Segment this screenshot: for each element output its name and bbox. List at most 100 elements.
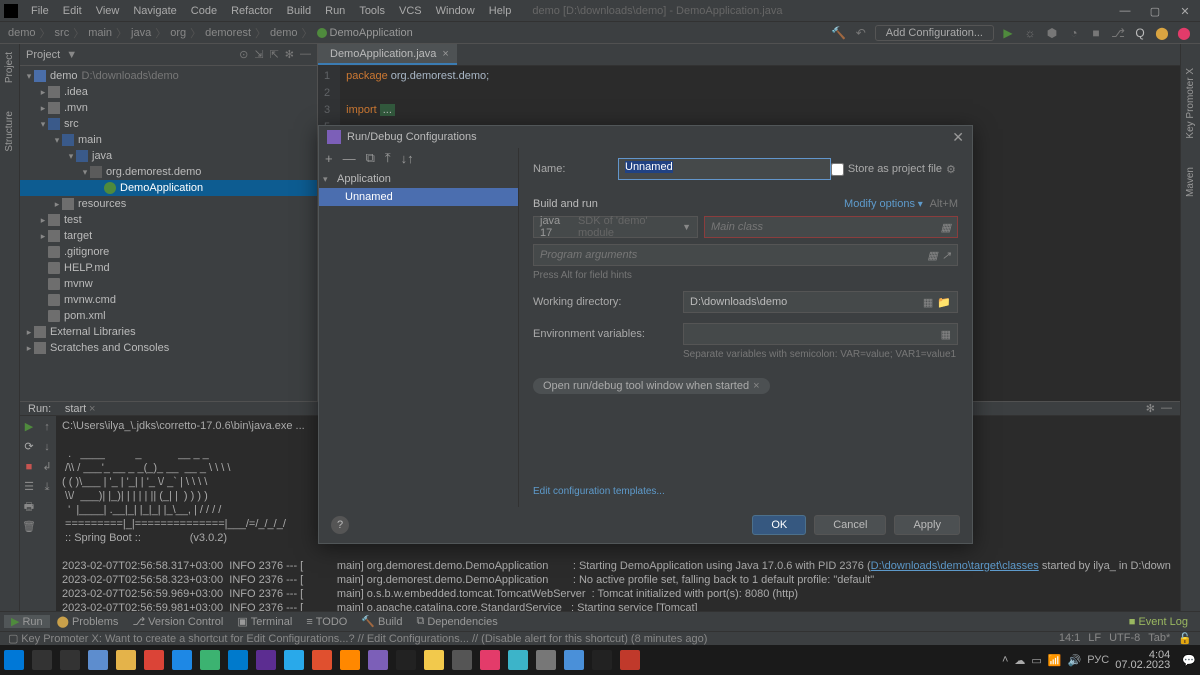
add-button[interactable]: +: [325, 151, 333, 166]
tw-deps[interactable]: ⧉Dependencies: [410, 615, 505, 628]
main-class-input[interactable]: Main class▦: [704, 216, 958, 238]
taskbar-app[interactable]: [312, 650, 332, 670]
tree-row[interactable]: mvnw: [20, 276, 317, 292]
updates-icon[interactable]: ⬤: [1154, 25, 1170, 41]
taskbar-app[interactable]: [396, 650, 416, 670]
wrap-icon[interactable]: ↲: [42, 460, 51, 474]
taskbar-app[interactable]: [200, 650, 220, 670]
trash-icon[interactable]: 🗑: [22, 520, 36, 534]
tree-row[interactable]: ▾java: [20, 148, 317, 164]
collapse-icon[interactable]: ⇱: [270, 48, 279, 61]
gear-icon[interactable]: ✻: [1146, 402, 1155, 415]
copy-button[interactable]: ⧉: [366, 150, 375, 166]
tray-clock[interactable]: 4:0407.02.2023: [1115, 650, 1176, 670]
encoding[interactable]: UTF-8: [1109, 632, 1140, 645]
tree-row[interactable]: ▸.mvn: [20, 100, 317, 116]
store-checkbox[interactable]: [831, 163, 844, 176]
tray-wifi-icon[interactable]: 📶: [1048, 654, 1062, 667]
taskbar-app[interactable]: [536, 650, 556, 670]
taskbar-app[interactable]: [564, 650, 584, 670]
chevron-down-icon[interactable]: ▼: [66, 49, 77, 61]
menu-navigate[interactable]: Navigate: [126, 5, 183, 17]
sidetab-project[interactable]: Project: [2, 48, 17, 87]
tree-row[interactable]: ▸test: [20, 212, 317, 228]
gear-icon[interactable]: ⚙: [946, 163, 958, 175]
crumb[interactable]: main: [88, 27, 112, 39]
taskbar-app[interactable]: [116, 650, 136, 670]
editor-tab[interactable]: DemoApplication.java ×: [318, 44, 457, 65]
git-icon[interactable]: ⎇: [1110, 25, 1126, 41]
print-icon[interactable]: 🖶: [24, 500, 34, 514]
tw-eventlog[interactable]: ■Event Log: [1121, 616, 1196, 628]
tree-row[interactable]: ▾src: [20, 116, 317, 132]
cancel-button[interactable]: Cancel: [814, 515, 886, 535]
search-icon[interactable]: Q: [1132, 25, 1148, 41]
nav-back-icon[interactable]: ↶: [853, 25, 869, 41]
name-input[interactable]: Unnamed: [618, 158, 831, 180]
apply-button[interactable]: Apply: [894, 515, 960, 535]
working-dir-input[interactable]: D:\downloads\demo▦📁: [683, 291, 958, 313]
tw-run[interactable]: ▶Run: [4, 615, 50, 628]
rerun-icon[interactable]: ▶: [25, 420, 33, 434]
crumb[interactable]: demo: [270, 27, 298, 39]
taskbar-app[interactable]: [340, 650, 360, 670]
remove-button[interactable]: —: [343, 151, 356, 166]
taskbar-app[interactable]: [228, 650, 248, 670]
indent[interactable]: Tab*: [1148, 632, 1170, 645]
taskbar-app[interactable]: [592, 650, 612, 670]
sidetab-keypromoter[interactable]: Key Promoter X: [1183, 64, 1198, 143]
add-configuration[interactable]: Add Configuration...: [875, 25, 994, 41]
tree-row[interactable]: pom.xml: [20, 308, 317, 324]
status-icon[interactable]: ▢: [8, 632, 18, 645]
edit-templates-link[interactable]: Edit configuration templates...: [533, 486, 958, 497]
debug-icon[interactable]: ☼: [1022, 25, 1038, 41]
search-icon[interactable]: [32, 650, 52, 670]
stop-icon[interactable]: ■: [26, 460, 33, 474]
tray-volume-icon[interactable]: 🔊: [1068, 654, 1082, 667]
config-item[interactable]: Unnamed: [319, 188, 518, 206]
taskbar-app[interactable]: [144, 650, 164, 670]
help-button[interactable]: ?: [331, 516, 349, 534]
tray-cloud-icon[interactable]: ☁: [1014, 654, 1025, 667]
tree-row[interactable]: HELP.md: [20, 260, 317, 276]
menu-refactor[interactable]: Refactor: [224, 5, 280, 17]
env-input[interactable]: ▦: [683, 323, 958, 345]
modify-options[interactable]: Modify options ▾ Alt+M: [844, 198, 958, 210]
taskbar-app[interactable]: [284, 650, 304, 670]
crumb[interactable]: src: [55, 27, 70, 39]
line-sep[interactable]: LF: [1088, 632, 1101, 645]
taskbar-app[interactable]: [172, 650, 192, 670]
start-button[interactable]: [4, 650, 24, 670]
tree-row[interactable]: ▸.idea: [20, 84, 317, 100]
close-icon[interactable]: ✕: [952, 129, 964, 146]
settings-icon[interactable]: ✻: [285, 48, 294, 61]
window-maximize[interactable]: ▢: [1140, 0, 1170, 22]
menu-vcs[interactable]: VCS: [392, 5, 429, 17]
hammer-icon[interactable]: 🔨: [831, 25, 847, 41]
jdk-select[interactable]: java 17SDK of 'demo' module▼: [533, 216, 698, 238]
run-icon[interactable]: ▶: [1000, 25, 1016, 41]
tree-row[interactable]: ▸resources: [20, 196, 317, 212]
crumb[interactable]: demorest: [205, 27, 251, 39]
crumb[interactable]: java: [131, 27, 151, 39]
tree-row[interactable]: ▸target: [20, 228, 317, 244]
menu-code[interactable]: Code: [184, 5, 224, 17]
window-minimize[interactable]: —: [1110, 0, 1140, 22]
tree-row[interactable]: ▸External Libraries: [20, 324, 317, 340]
close-icon[interactable]: ×: [442, 48, 448, 60]
sort-button[interactable]: ↓↑: [401, 151, 414, 166]
tw-problems[interactable]: ⬤Problems: [50, 615, 126, 628]
tray-chevron-icon[interactable]: ˄: [1002, 654, 1008, 666]
menu-file[interactable]: File: [24, 5, 56, 17]
taskbar-app[interactable]: [368, 650, 388, 670]
project-header[interactable]: Project: [26, 49, 64, 61]
taskbar-app[interactable]: [480, 650, 500, 670]
menu-run[interactable]: Run: [318, 5, 352, 17]
tw-terminal[interactable]: ▣Terminal: [230, 615, 299, 628]
tree-row[interactable]: ▾org.demorest.demo: [20, 164, 317, 180]
window-close[interactable]: ✕: [1170, 0, 1200, 22]
config-category[interactable]: ▾Application: [319, 170, 518, 188]
taskbar-app[interactable]: [508, 650, 528, 670]
sidetab-structure[interactable]: Structure: [2, 107, 17, 156]
taskbar-app[interactable]: [424, 650, 444, 670]
